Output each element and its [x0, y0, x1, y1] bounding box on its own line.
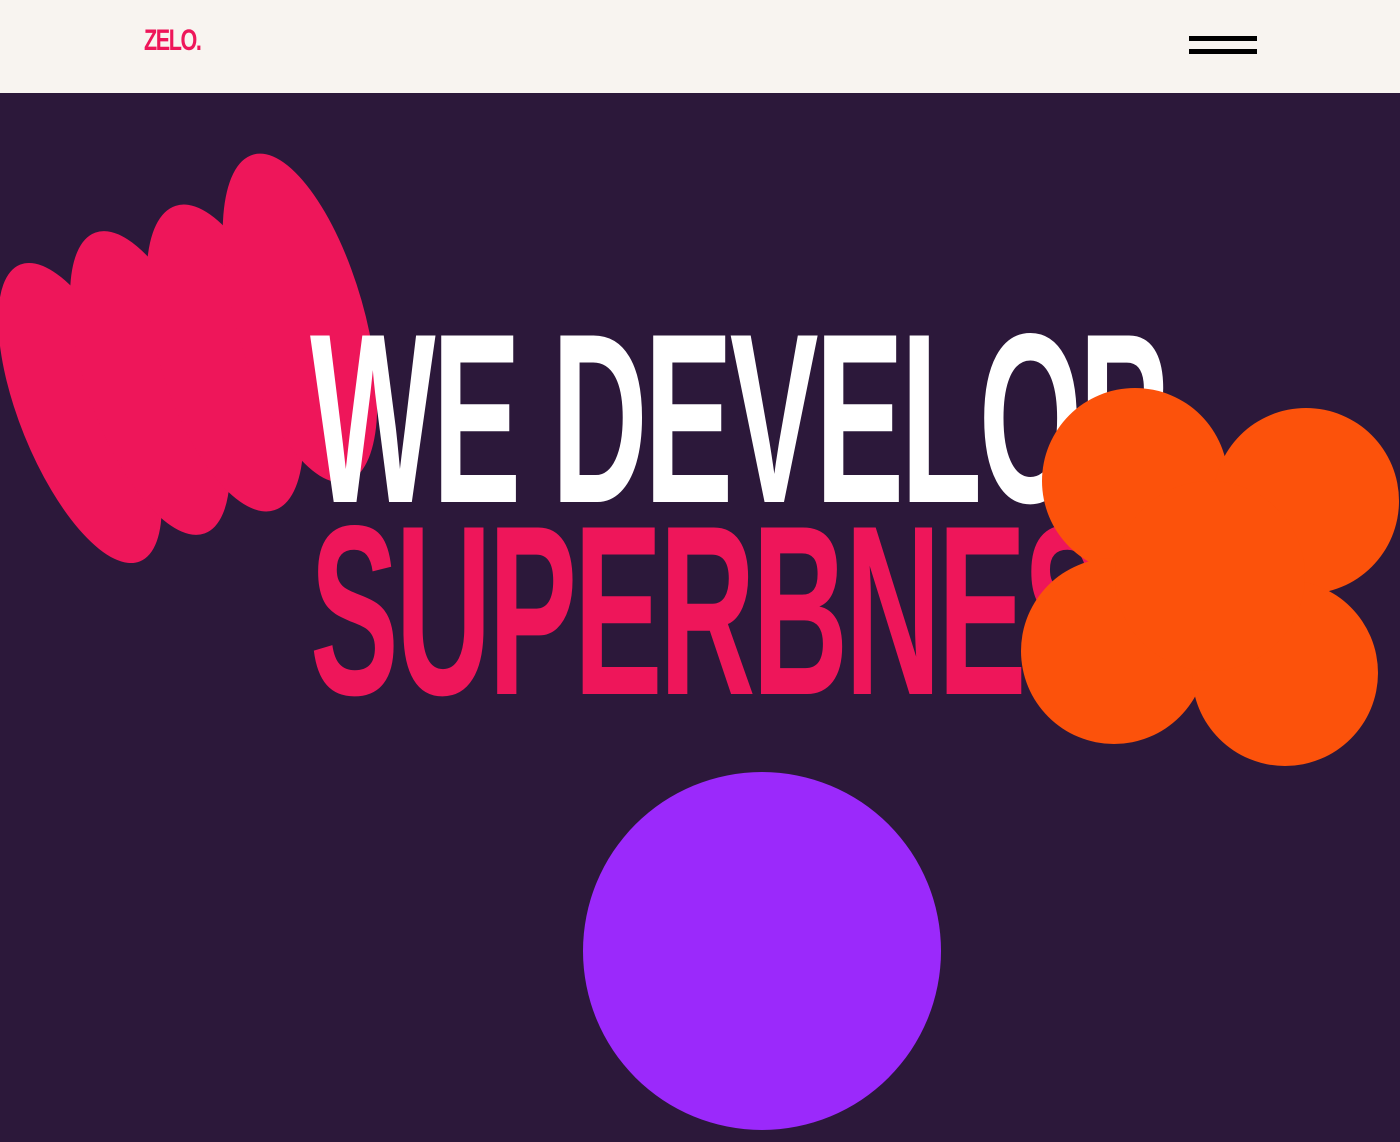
- hero-decorations-front: [1021, 388, 1399, 766]
- menu-button[interactable]: [1186, 32, 1258, 58]
- hero-section: WE DEVELOP SUPERBNESS: [0, 93, 1400, 1142]
- logo[interactable]: ZELO.: [144, 24, 202, 58]
- site-header: ZELO.: [0, 0, 1400, 93]
- menu-bar-top: [1189, 36, 1257, 41]
- menu-bar-bottom: [1189, 49, 1257, 54]
- orange-flower-shape: [1021, 388, 1399, 766]
